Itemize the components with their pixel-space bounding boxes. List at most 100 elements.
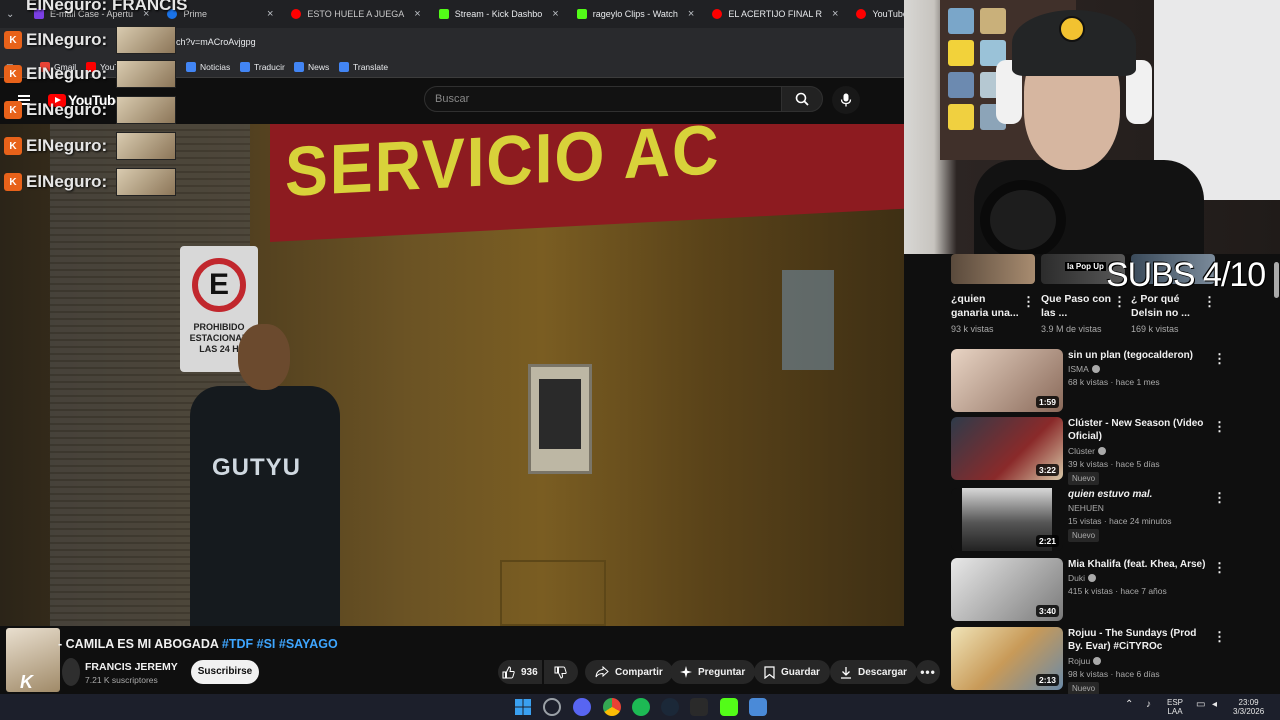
browser-tab[interactable]: rageylo Clips - Watch × bbox=[569, 0, 705, 28]
url-text[interactable]: ch?v=mACroAvjgpg bbox=[176, 37, 256, 47]
volume-icon[interactable]: ◂ bbox=[1212, 700, 1217, 710]
recommendation-item[interactable]: 3:40 Mia Khalifa (feat. Khea, Arse) Duki… bbox=[951, 558, 1271, 622]
browser-tab[interactable]: EL ACERTIJO FINAL R × bbox=[704, 0, 848, 28]
verified-icon bbox=[1097, 447, 1106, 455]
short-title[interactable]: ¿ Por qué Delsin no ... bbox=[1131, 292, 1203, 320]
search-icon bbox=[795, 92, 809, 106]
voice-search-button[interactable] bbox=[832, 86, 860, 114]
browser-tab[interactable]: Stream - Kick Dashbo × bbox=[431, 0, 569, 28]
more-vertical-icon[interactable]: ⋮ bbox=[1213, 419, 1226, 435]
news-icon bbox=[294, 62, 304, 72]
microphone-icon[interactable]: ♪ bbox=[1146, 700, 1151, 710]
more-actions-button[interactable]: ••• bbox=[916, 660, 940, 684]
bookmark-traducir[interactable]: Traducir bbox=[240, 62, 285, 72]
search-input[interactable]: Buscar bbox=[424, 86, 782, 112]
video-hashtags[interactable]: #TDF #SI #SAYAGO bbox=[222, 637, 338, 651]
chevron-up-icon[interactable]: ⌃ bbox=[1125, 700, 1133, 710]
recommendation-channel[interactable]: NEHUEN bbox=[1068, 503, 1104, 513]
bookmark-translate[interactable]: Translate bbox=[339, 62, 388, 72]
recommendation-channel[interactable]: Clúster bbox=[1068, 446, 1106, 456]
chrome-icon[interactable] bbox=[603, 698, 621, 716]
discord-icon[interactable] bbox=[573, 698, 591, 716]
ask-label: Preguntar bbox=[698, 666, 746, 678]
search-button[interactable] bbox=[781, 86, 823, 112]
download-button[interactable]: Descargar bbox=[830, 660, 917, 684]
like-button[interactable]: 936 bbox=[498, 660, 542, 684]
short-thumbnail[interactable] bbox=[951, 254, 1035, 284]
chevron-down-icon: ⌄ bbox=[6, 8, 15, 20]
tab-favicon-icon bbox=[576, 9, 587, 19]
epic-games-icon[interactable] bbox=[690, 698, 708, 716]
video-player[interactable]: SERVICIO AC E PROHIBIDO ESTACIONAR LAS 2… bbox=[0, 124, 904, 626]
recommendation-item[interactable]: 2:21 quien estuvo mal. NEHUEN 15 vistas … bbox=[951, 488, 1271, 552]
ask-button[interactable]: Preguntar bbox=[670, 660, 756, 684]
scrollbar-track[interactable] bbox=[1273, 254, 1280, 694]
more-horizontal-icon: ••• bbox=[920, 665, 936, 679]
kick-icon[interactable] bbox=[720, 698, 738, 716]
recommendation-title[interactable]: Mia Khalifa (feat. Khea, Arse) bbox=[1068, 558, 1208, 571]
notepad-icon[interactable] bbox=[749, 698, 767, 716]
clock[interactable]: 23:09 3/3/2026 bbox=[1233, 698, 1264, 716]
tab-label: Stream - Kick Dashbo bbox=[454, 9, 543, 19]
bookmark-news[interactable]: News bbox=[294, 62, 329, 72]
browser-tab-active[interactable]: YouTube × bbox=[848, 0, 904, 28]
new-badge: Nuevo bbox=[1068, 529, 1100, 542]
short-title[interactable]: Que Paso con las ... bbox=[1041, 292, 1113, 320]
video-thumbnail[interactable]: 3:22 bbox=[951, 417, 1063, 480]
language-indicator[interactable]: ESP LAA bbox=[1167, 698, 1183, 716]
short-badge: la Pop Up bbox=[1065, 262, 1106, 271]
windows-icon bbox=[515, 699, 531, 715]
bookmark-noticias[interactable]: Noticias bbox=[186, 62, 230, 72]
steam-icon[interactable] bbox=[661, 698, 679, 716]
short-title[interactable]: ¿quien ganaria una... bbox=[951, 292, 1023, 320]
more-vertical-icon[interactable]: ⋮ bbox=[1213, 560, 1226, 576]
more-vertical-icon[interactable]: ⋮ bbox=[1213, 351, 1226, 367]
video-scene-window bbox=[782, 270, 834, 370]
recommendation-title[interactable]: quien estuvo mal. bbox=[1068, 488, 1208, 501]
recommendation-item[interactable]: 3:22 Clúster - New Season (Video Oficial… bbox=[951, 417, 1271, 485]
channel-subscribers: 7.21 K suscriptores bbox=[85, 675, 158, 685]
recommendation-channel[interactable]: Rojuu bbox=[1068, 656, 1102, 666]
video-thumbnail[interactable]: 2:21 bbox=[951, 488, 1063, 551]
video-thumbnail[interactable]: 1:59 bbox=[951, 349, 1063, 412]
close-icon[interactable]: × bbox=[832, 8, 838, 20]
subscribe-button[interactable]: Suscribirse bbox=[191, 660, 259, 684]
channel-avatar[interactable] bbox=[62, 658, 80, 686]
recommendation-title[interactable]: Clúster - New Season (Video Oficial) bbox=[1068, 417, 1208, 443]
share-button[interactable]: Compartir bbox=[585, 660, 673, 684]
video-thumbnail[interactable]: 2:13 bbox=[951, 627, 1063, 690]
short-views: 169 k vistas bbox=[1131, 324, 1179, 334]
more-vertical-icon[interactable]: ⋮ bbox=[1203, 294, 1216, 310]
more-vertical-icon[interactable]: ⋮ bbox=[1213, 490, 1226, 506]
browser-tab[interactable]: ESTO HUELE A JUEGA × bbox=[283, 0, 430, 28]
recommendation-channel[interactable]: Duki bbox=[1068, 573, 1097, 583]
close-icon[interactable]: × bbox=[688, 8, 694, 20]
start-button[interactable] bbox=[514, 698, 532, 716]
network-icon[interactable]: ▭ bbox=[1196, 700, 1205, 710]
bookmark-label: News bbox=[308, 62, 330, 72]
recommendation-channel[interactable]: ISMA bbox=[1068, 364, 1100, 374]
close-icon[interactable]: × bbox=[414, 8, 420, 20]
more-vertical-icon[interactable]: ⋮ bbox=[1113, 294, 1126, 310]
recommendation-item[interactable]: 2:13 Rojuu - The Sundays (Prod By. Evar)… bbox=[951, 627, 1271, 694]
tab-label: EL ACERTIJO FINAL R bbox=[728, 9, 823, 19]
save-button[interactable]: Guardar bbox=[754, 660, 830, 684]
more-vertical-icon[interactable]: ⋮ bbox=[1022, 294, 1035, 310]
close-icon[interactable]: × bbox=[552, 8, 558, 20]
recommendation-title[interactable]: Rojuu - The Sundays (Prod By. Evar) #CiT… bbox=[1068, 627, 1208, 653]
more-vertical-icon[interactable]: ⋮ bbox=[1213, 629, 1226, 645]
recommendation-title[interactable]: sin un plan (tegocalderon) bbox=[1068, 349, 1208, 362]
chat-message: K ElNeguro: bbox=[0, 130, 180, 162]
video-thumbnail[interactable]: 3:40 bbox=[951, 558, 1063, 621]
channel-name[interactable]: FRANCIS JEREMY bbox=[85, 661, 178, 673]
tab-favicon-icon bbox=[438, 9, 449, 19]
recommendation-item[interactable]: 1:59 sin un plan (tegocalderon) ISMA 68 … bbox=[951, 349, 1271, 413]
scrollbar-thumb[interactable] bbox=[1274, 262, 1279, 298]
obs-icon[interactable] bbox=[543, 698, 561, 716]
subs-goal-overlay: SUBS 4/10 bbox=[1106, 256, 1266, 294]
webcam-microphone bbox=[980, 180, 1066, 254]
recommendation-meta: 15 vistas · hace 24 minutos bbox=[1068, 516, 1172, 526]
close-icon[interactable]: × bbox=[267, 8, 273, 20]
dislike-button[interactable] bbox=[544, 660, 578, 684]
spotify-icon[interactable] bbox=[632, 698, 650, 716]
